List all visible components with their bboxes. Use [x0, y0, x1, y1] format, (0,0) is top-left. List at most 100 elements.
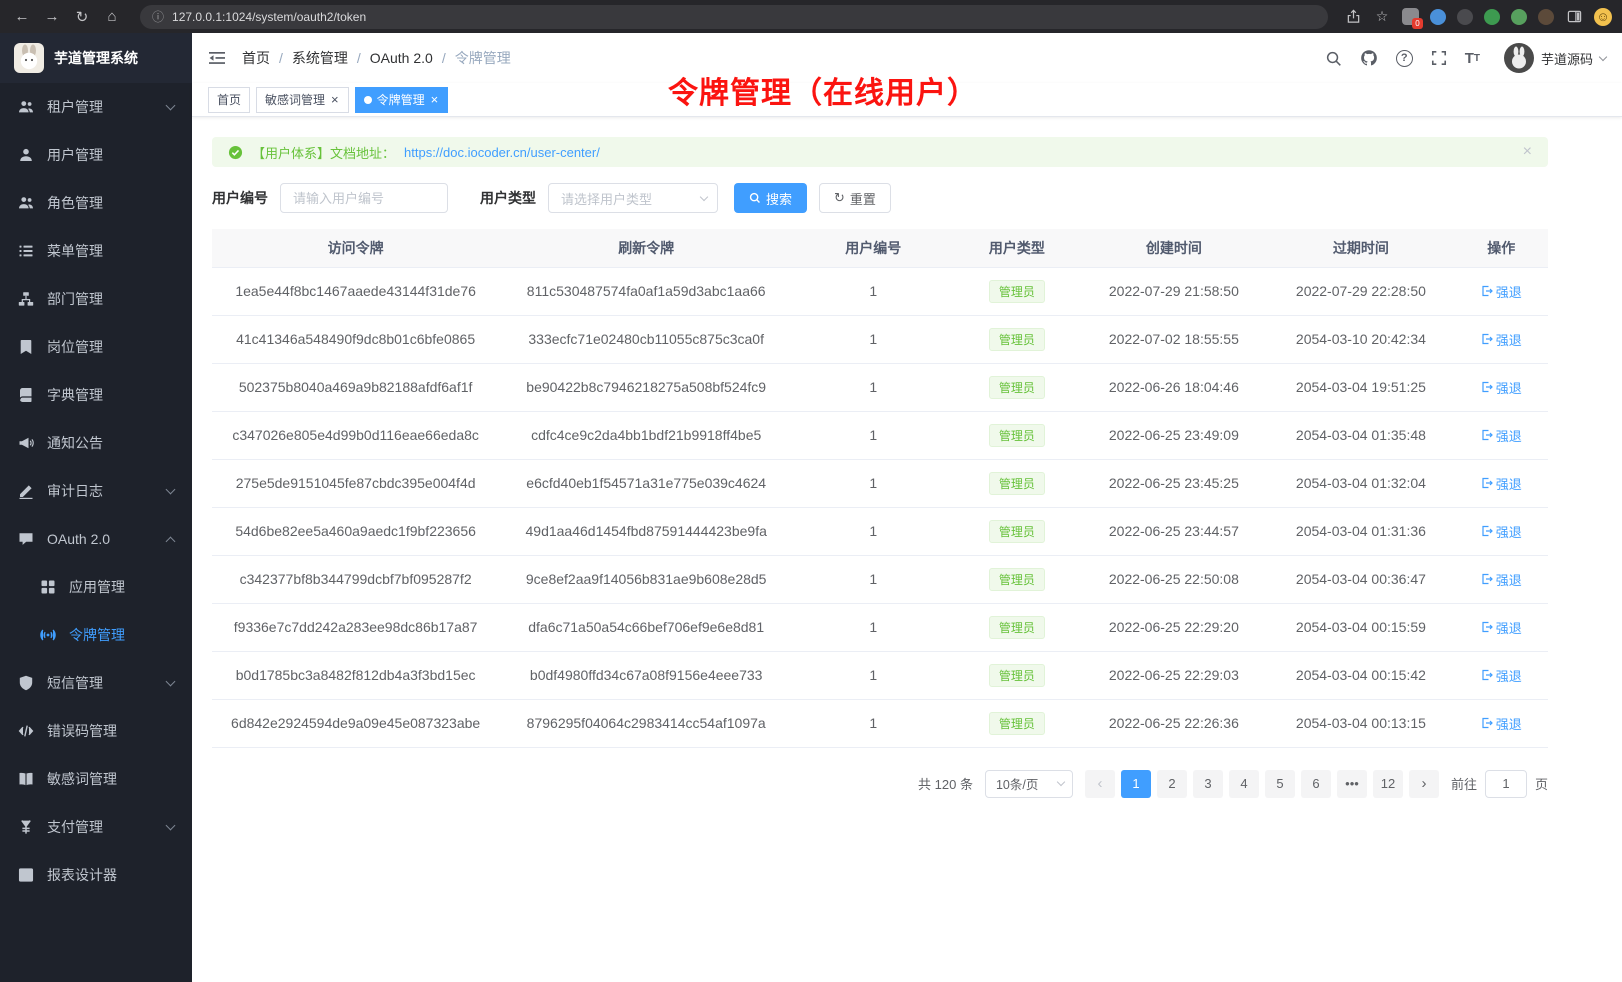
action-cell: 强退: [1454, 459, 1548, 507]
sidebar-item-oauth2-token[interactable]: 令牌管理: [0, 611, 192, 659]
github-icon[interactable]: [1360, 49, 1378, 67]
force-logout-button[interactable]: 强退: [1481, 570, 1522, 589]
sidebar-item-user[interactable]: 用户管理: [0, 131, 192, 179]
sidebar-item-report-designer[interactable]: 报表设计器: [0, 851, 192, 899]
fullscreen-icon[interactable]: [1431, 50, 1447, 66]
prev-page-button[interactable]: ‹: [1085, 770, 1115, 798]
breadcrumb-item[interactable]: 首页: [242, 48, 270, 68]
force-logout-button[interactable]: 强退: [1481, 474, 1522, 493]
doc-icon: [18, 771, 34, 787]
logout-icon: [1481, 477, 1493, 489]
force-logout-button[interactable]: 强退: [1481, 618, 1522, 637]
close-icon[interactable]: ×: [330, 93, 340, 106]
split-view-icon[interactable]: [1565, 8, 1583, 26]
doc-link[interactable]: https://doc.iocoder.cn/user-center/: [404, 145, 600, 160]
font-size-icon[interactable]: TT: [1465, 50, 1480, 67]
close-icon[interactable]: ×: [430, 93, 440, 106]
topbar-tools: ? TT 芋道源码: [1325, 43, 1606, 73]
search-icon[interactable]: [1325, 50, 1342, 67]
sidebar-item-oauth2[interactable]: OAuth 2.0: [0, 515, 192, 563]
page-button-4[interactable]: 4: [1229, 770, 1259, 798]
tab-2[interactable]: 令牌管理×: [355, 87, 449, 113]
sidebar-item-notice[interactable]: 通知公告: [0, 419, 192, 467]
reset-button[interactable]: ↻ 重置: [819, 183, 891, 213]
sidebar-item-post[interactable]: 岗位管理: [0, 323, 192, 371]
sidebar-item-sensitive-word[interactable]: 敏感词管理: [0, 755, 192, 803]
breadcrumb-item[interactable]: 系统管理: [292, 48, 348, 68]
sidebar-item-dict[interactable]: 字典管理: [0, 371, 192, 419]
user-type-badge: 管理员: [989, 568, 1045, 591]
sidebar: 芋道管理系统 租户管理用户管理角色管理菜单管理部门管理岗位管理字典管理通知公告审…: [0, 33, 192, 982]
tab-1[interactable]: 敏感词管理×: [256, 87, 349, 113]
force-logout-button[interactable]: 强退: [1481, 378, 1522, 397]
profile-avatar[interactable]: ☺: [1594, 8, 1612, 26]
force-logout-button[interactable]: 强退: [1481, 426, 1522, 445]
extension-with-badge-icon[interactable]: 0: [1402, 8, 1419, 25]
chevron-down-icon: [166, 101, 176, 111]
next-page-button[interactable]: ›: [1409, 770, 1439, 798]
extension-blue-icon[interactable]: [1430, 9, 1446, 25]
sidebar-item-tenant[interactable]: 租户管理: [0, 83, 192, 131]
reload-icon[interactable]: ↻: [70, 5, 94, 29]
yen-icon: [18, 819, 34, 835]
force-logout-button[interactable]: 强退: [1481, 666, 1522, 685]
sidebar-item-label: 令牌管理: [69, 625, 125, 645]
user-id-cell: 1: [793, 267, 953, 315]
page-button-6[interactable]: 6: [1301, 770, 1331, 798]
sidebar-item-menu[interactable]: 菜单管理: [0, 227, 192, 275]
site-info-icon[interactable]: ⓘ: [152, 8, 164, 25]
created-at-cell: 2022-07-29 21:58:50: [1080, 267, 1267, 315]
user-type-badge: 管理员: [989, 664, 1045, 687]
more-pages-button[interactable]: •••: [1337, 770, 1367, 798]
help-icon[interactable]: ?: [1396, 50, 1413, 67]
sidebar-item-oauth2-app[interactable]: 应用管理: [0, 563, 192, 611]
back-icon[interactable]: ←: [10, 5, 34, 29]
page-size-select[interactable]: 10条/页: [985, 770, 1073, 798]
close-icon[interactable]: ×: [1523, 144, 1532, 160]
created-at-cell: 2022-06-25 22:29:20: [1080, 603, 1267, 651]
user-type-select[interactable]: 请选择用户类型: [548, 183, 718, 213]
tab-0[interactable]: 首页: [208, 87, 250, 113]
user-type-label: 用户类型: [480, 188, 536, 208]
sidebar-item-label: 审计日志: [47, 481, 103, 501]
bookmark-star-icon[interactable]: ☆: [1373, 8, 1391, 26]
page-button-2[interactable]: 2: [1157, 770, 1187, 798]
created-at-cell: 2022-06-25 23:44:57: [1080, 507, 1267, 555]
share-icon[interactable]: [1344, 8, 1362, 26]
page-button-5[interactable]: 5: [1265, 770, 1295, 798]
app-logo[interactable]: 芋道管理系统: [0, 33, 192, 83]
sidebar-item-pay[interactable]: 支付管理: [0, 803, 192, 851]
user-id-input[interactable]: [280, 183, 448, 213]
page-button-12[interactable]: 12: [1373, 770, 1403, 798]
sidebar-item-role[interactable]: 角色管理: [0, 179, 192, 227]
page-button-3[interactable]: 3: [1193, 770, 1223, 798]
logo-avatar: [14, 43, 44, 73]
sidebar-item-sms[interactable]: 短信管理: [0, 659, 192, 707]
page-button-1[interactable]: 1: [1121, 770, 1151, 798]
action-cell: 强退: [1454, 411, 1548, 459]
force-logout-button[interactable]: 强退: [1481, 522, 1522, 541]
user-type-cell: 管理员: [953, 267, 1080, 315]
address-bar[interactable]: ⓘ 127.0.0.1:1024/system/oauth2/token: [140, 5, 1328, 29]
extension-dark-icon[interactable]: [1457, 9, 1473, 25]
user-menu[interactable]: 芋道源码: [1504, 43, 1606, 73]
goto-page-input[interactable]: [1485, 770, 1527, 798]
breadcrumb-item[interactable]: OAuth 2.0: [370, 50, 433, 66]
force-logout-button[interactable]: 强退: [1481, 282, 1522, 301]
force-logout-button[interactable]: 强退: [1481, 714, 1522, 733]
sidebar-item-audit-log[interactable]: 审计日志: [0, 467, 192, 515]
sidebar-fold-icon[interactable]: [208, 49, 226, 67]
success-check-icon: [228, 145, 243, 160]
extension-brown-icon[interactable]: [1538, 9, 1554, 25]
home-icon[interactable]: ⌂: [100, 5, 124, 29]
sidebar-item-dept[interactable]: 部门管理: [0, 275, 192, 323]
extension-olive-icon[interactable]: [1511, 9, 1527, 25]
expires-at-cell: 2054-03-04 00:15:42: [1267, 651, 1454, 699]
force-logout-button[interactable]: 强退: [1481, 330, 1522, 349]
sidebar-item-error-code[interactable]: 错误码管理: [0, 707, 192, 755]
forward-icon[interactable]: →: [40, 5, 64, 29]
search-button[interactable]: 搜索: [734, 183, 807, 213]
refresh-token-cell: cdfc4ce9c2da4bb1bdf21b9918ff4be5: [499, 411, 793, 459]
extension-green-icon[interactable]: [1484, 9, 1500, 25]
refresh-token-cell: be90422b8c7946218275a508bf524fc9: [499, 363, 793, 411]
